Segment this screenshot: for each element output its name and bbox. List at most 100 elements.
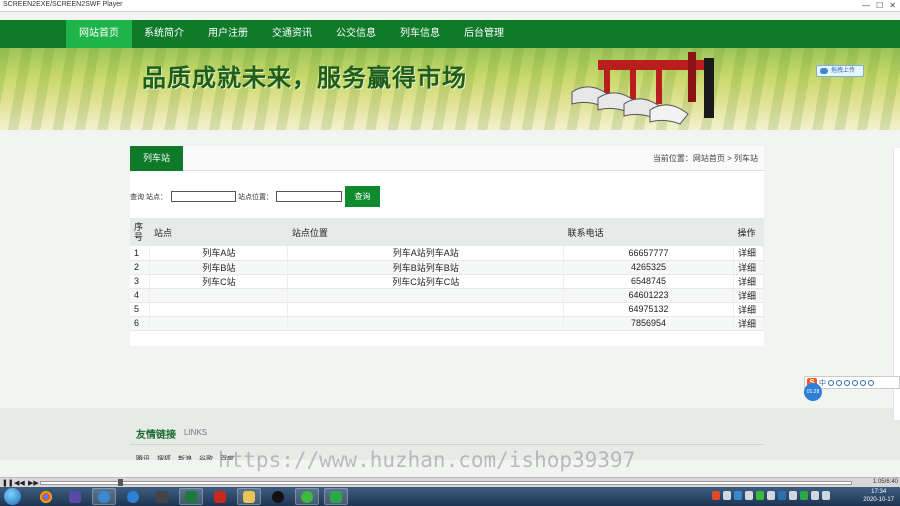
start-button-icon[interactable]	[4, 488, 21, 505]
nav-item-intro[interactable]: 系统简介	[132, 20, 196, 48]
system-tray	[712, 491, 830, 500]
cloud-upload-icon	[820, 68, 828, 74]
tray-shield-icon[interactable]	[745, 491, 753, 500]
links-title-en: LINKS	[184, 428, 208, 437]
row-no: 3	[130, 274, 151, 289]
qq-icon[interactable]	[266, 488, 290, 505]
ime-punct-icon[interactable]	[828, 379, 834, 386]
row-detail-link[interactable]: 详细	[733, 274, 765, 289]
row-detail-link[interactable]: 详细	[733, 288, 765, 303]
clock-date: 2020-10-17	[863, 497, 894, 503]
row-station-name: 列车C站	[149, 274, 289, 289]
row-detail-link[interactable]: 详细	[733, 260, 765, 275]
tray-speaker-icon[interactable]	[822, 491, 830, 500]
panel-tab-train-station[interactable]: 列车站	[130, 146, 183, 171]
taskbar-apps	[34, 488, 348, 505]
friend-link[interactable]: 搜狐	[157, 454, 171, 460]
col-header-name: 站点	[149, 218, 288, 246]
tray-netdisk-icon[interactable]	[734, 491, 742, 500]
ime-tools-icon[interactable]	[868, 379, 874, 386]
row-detail-link[interactable]: 详细	[733, 316, 765, 331]
recorder-timer[interactable]: 01:28	[804, 383, 822, 401]
ime-keyboard-icon[interactable]	[852, 379, 858, 386]
col-header-op: 操作	[733, 218, 764, 246]
tray-volume-icon[interactable]	[789, 491, 797, 500]
table-row: 6 7856954 详细	[130, 316, 765, 331]
tray-sogou-icon[interactable]	[712, 491, 720, 500]
friend-link[interactable]: 谷歌	[199, 454, 213, 460]
breadcrumb: 当前位置：网站首页 > 列车站	[652, 154, 758, 163]
nav-item-train-info[interactable]: 列车信息	[388, 20, 452, 48]
row-phone: 64601223	[563, 288, 734, 303]
row-station-location	[287, 288, 565, 303]
nav-item-admin[interactable]: 后台管理	[452, 20, 516, 48]
row-station-location: 列车A站列车A站	[287, 246, 565, 261]
row-no: 4	[130, 288, 151, 303]
tray-network-icon[interactable]	[723, 491, 731, 500]
drag-upload-chip[interactable]: 拖拽上传	[816, 65, 864, 77]
search-intro-text: 查询	[130, 194, 144, 201]
tray-recorder-icon[interactable]	[800, 491, 808, 500]
table-body: 1 列车A站 列车A站列车A站 66657777 详细 2 列车B站 列车B站列车B站 4265…	[130, 246, 765, 331]
seek-thumb[interactable]	[118, 479, 123, 486]
row-detail-link[interactable]: 详细	[733, 302, 765, 317]
banner: 品质成就未来，服务赢得市场 拖拽上传	[0, 48, 900, 130]
browser-icon[interactable]	[121, 488, 145, 505]
row-station-location: 列车C站列车C站	[287, 274, 565, 289]
row-station-name	[149, 302, 289, 317]
tray-wechat-icon[interactable]	[756, 491, 764, 500]
row-station-name: 列车A站	[149, 246, 289, 261]
station-input[interactable]	[171, 191, 236, 202]
player-title-bar: SCREEN2EXE/SCREEN2SWF Player — ☐ ✕	[0, 0, 900, 12]
ime-emoji-icon[interactable]	[836, 379, 842, 386]
screen-recorder-icon[interactable]	[324, 488, 348, 505]
nav-item-bus-info[interactable]: 公交信息	[324, 20, 388, 48]
ime-voice-icon[interactable]	[844, 379, 850, 386]
play-pause-icon[interactable]: ❚❚	[2, 479, 14, 487]
row-station-location	[287, 316, 565, 331]
location-input[interactable]	[276, 191, 342, 202]
drag-upload-label: 拖拽上传	[831, 68, 856, 74]
table-header-row: 序号 站点 站点位置 联系电话 操作	[130, 218, 764, 246]
nav-item-register[interactable]: 用户注册	[196, 20, 260, 48]
chrome-icon[interactable]	[34, 488, 58, 505]
player-control-bar: ❚❚ ◀◀ ▶▶ 1:05/6:40	[0, 477, 900, 487]
nav-item-traffic-news[interactable]: 交通资讯	[260, 20, 324, 48]
media-player-icon[interactable]	[63, 488, 87, 505]
friend-link[interactable]: 新浪	[178, 454, 192, 460]
row-no: 6	[130, 316, 151, 331]
ime-skin-icon[interactable]	[860, 379, 866, 386]
minimize-icon[interactable]: —	[862, 0, 870, 11]
nav-item-home[interactable]: 网站首页	[66, 20, 132, 48]
close-icon[interactable]: ✕	[889, 0, 896, 11]
seek-track[interactable]	[40, 481, 852, 485]
row-phone: 64975132	[563, 302, 734, 317]
spreadsheet-icon[interactable]	[179, 488, 203, 505]
row-detail-link[interactable]: 详细	[733, 246, 765, 261]
table-row: 4 64601223 详细	[130, 288, 765, 303]
row-no: 1	[130, 246, 151, 261]
row-station-name	[149, 288, 289, 303]
media-app-icon[interactable]	[150, 488, 174, 505]
tray-monitor-icon[interactable]	[811, 491, 819, 500]
row-phone: 6548745	[563, 274, 734, 289]
forward-icon[interactable]: ▶▶	[28, 479, 39, 487]
baidu-netdisk-icon[interactable]	[92, 488, 116, 505]
flash-icon[interactable]	[208, 488, 232, 505]
player-time: 1:05/6:40	[872, 479, 898, 485]
col-header-phone: 联系电话	[563, 218, 734, 246]
row-station-name: 列车B站	[149, 260, 289, 275]
folder-icon[interactable]	[237, 488, 261, 505]
table-row: 2 列车B站 列车B站列车B站 4265325 详细	[130, 260, 765, 275]
tray-app-icon[interactable]	[778, 491, 786, 500]
rewind-icon[interactable]: ◀◀	[14, 479, 25, 487]
watermark-url: https://www.huzhan.com/ishop39397	[218, 448, 636, 472]
taskbar-clock[interactable]: 17:34 2020-10-17	[863, 488, 894, 504]
tray-flag-icon[interactable]	[767, 491, 775, 500]
wechat-icon[interactable]	[295, 488, 319, 505]
search-button[interactable]: 查询	[345, 186, 380, 207]
location-label: 站点位置：	[238, 194, 273, 201]
table-row: 1 列车A站 列车A站列车A站 66657777 详细	[130, 246, 765, 261]
friend-link[interactable]: 腾讯	[136, 454, 150, 460]
maximize-icon[interactable]: ☐	[876, 0, 883, 11]
